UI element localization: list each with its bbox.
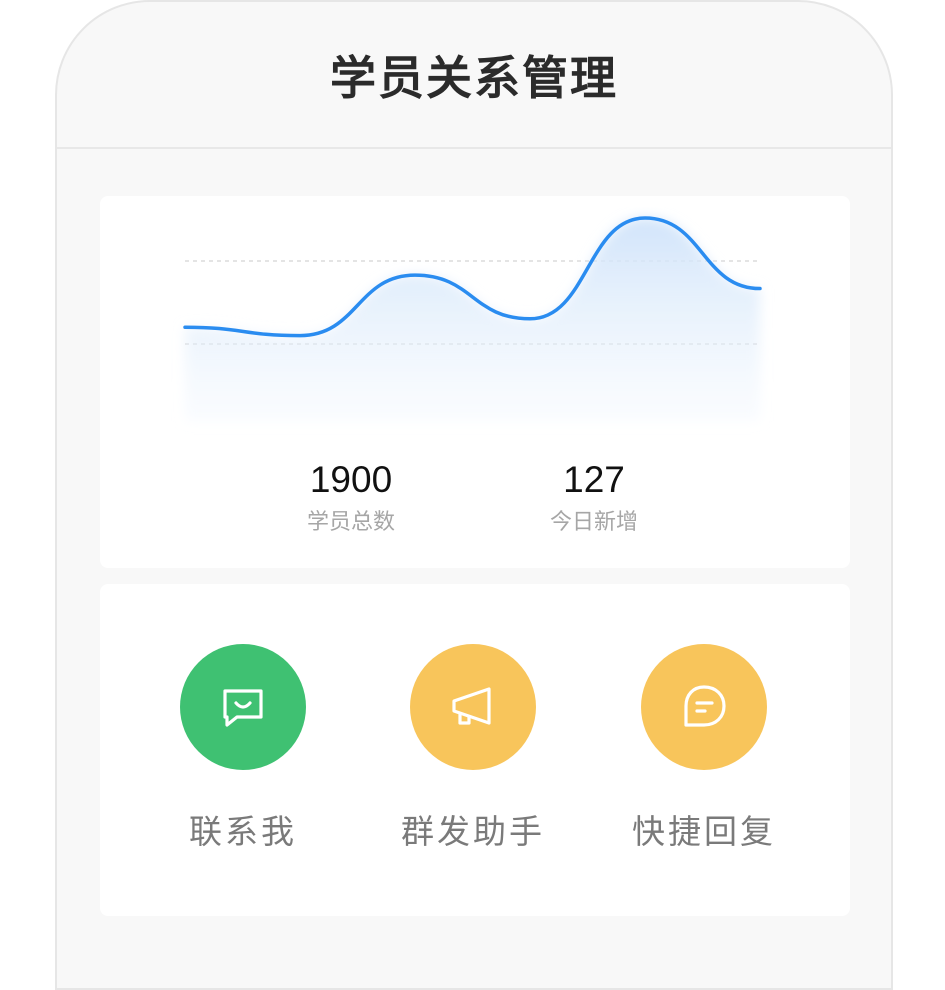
phone-frame: 学员关系管理 1900 学员总数 127 今日新增 (55, 0, 893, 990)
stats-card: 1900 学员总数 127 今日新增 (100, 196, 850, 568)
trend-chart (100, 196, 850, 446)
actions-card: 联系我 群发助手 快捷回复 (100, 584, 850, 916)
group-send-button[interactable]: 群发助手 (373, 644, 573, 856)
page-title: 学员关系管理 (57, 50, 891, 106)
speech-bubble-icon (676, 679, 732, 735)
contact-me-label: 联系我 (143, 808, 343, 856)
megaphone-icon (445, 679, 501, 735)
chart-area (185, 218, 760, 421)
total-students-value: 1900 (261, 458, 441, 502)
quick-reply-button[interactable]: 快捷回复 (604, 644, 804, 856)
new-today-label: 今日新增 (504, 508, 684, 538)
nav-bar: 学员关系管理 (57, 2, 891, 149)
total-students-label: 学员总数 (261, 508, 441, 538)
group-send-icon-circle (410, 644, 536, 770)
contact-me-button[interactable]: 联系我 (143, 644, 343, 856)
quick-reply-icon-circle (641, 644, 767, 770)
stat-new-today: 127 今日新增 (504, 458, 684, 538)
stat-total-students: 1900 学员总数 (261, 458, 441, 538)
group-send-label: 群发助手 (373, 808, 573, 856)
chat-smile-icon (215, 679, 271, 735)
new-today-value: 127 (504, 458, 684, 502)
quick-reply-label: 快捷回复 (604, 808, 804, 856)
contact-me-icon-circle (180, 644, 306, 770)
